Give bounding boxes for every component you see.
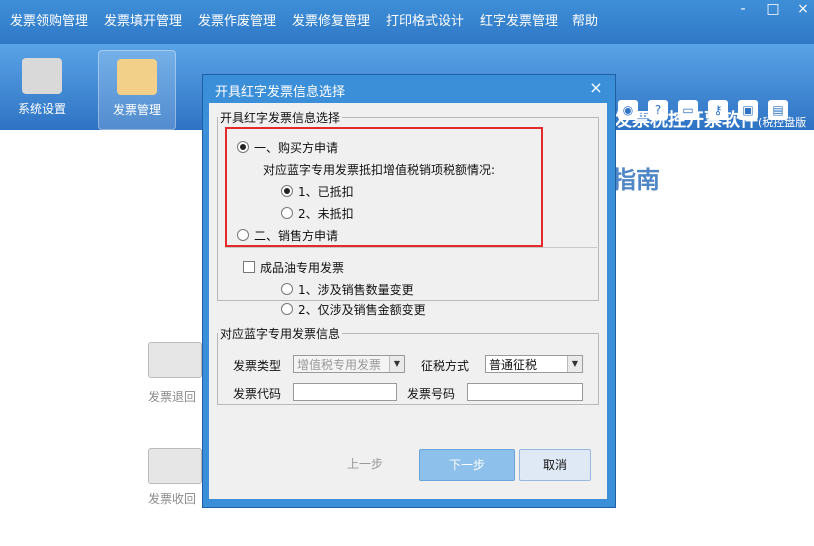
tool-system-settings[interactable]: 系统设置 xyxy=(4,50,80,128)
menu-invoice-void[interactable]: 发票作废管理 xyxy=(198,0,276,44)
recycle-icon[interactable] xyxy=(148,448,202,484)
radio-icon xyxy=(281,283,293,295)
close-window-button[interactable]: × xyxy=(790,0,814,20)
tax-method-select[interactable]: 普通征税 ▼ xyxy=(485,355,583,373)
invoice-type-label: 发票类型 xyxy=(233,359,282,373)
lock-icon[interactable]: ▣ xyxy=(738,100,758,120)
radio-icon xyxy=(237,141,249,153)
small-toolbar: ◉? ▭ ⚷ ▣ ▤ xyxy=(618,100,798,120)
menu-invoice-issue[interactable]: 发票填开管理 xyxy=(104,0,182,44)
invoice-code-input[interactable] xyxy=(293,383,397,401)
radio-icon xyxy=(281,207,293,219)
settings-icon xyxy=(22,58,62,94)
tax-method-label: 征税方式 xyxy=(421,359,470,373)
seller-request-radio[interactable]: 二、销售方申请 xyxy=(237,227,338,244)
dialog-title: 开具红字发票信息选择 xyxy=(215,85,346,100)
buyer-request-radio[interactable]: 一、购买方申请 xyxy=(237,139,338,156)
previous-button[interactable]: 上一步 xyxy=(333,449,397,479)
menu-invoice-purchase[interactable]: 发票领购管理 xyxy=(10,0,88,44)
guide-heading: 指南 xyxy=(612,166,660,194)
workflow-label: 发票收回 xyxy=(148,492,197,506)
invoice-type-select[interactable]: 增值税专用发票 ▼ xyxy=(293,355,405,373)
help-icon[interactable]: ? xyxy=(648,100,668,120)
workflow-label: 发票退回 xyxy=(148,390,197,404)
tool-label: 系统设置 xyxy=(17,102,66,116)
tool-invoice-management[interactable]: 发票管理 xyxy=(98,50,176,130)
dialog-close-button[interactable]: × xyxy=(583,77,609,99)
next-button[interactable]: 下一步 xyxy=(419,449,515,481)
invoice-code-label: 发票代码 xyxy=(233,387,282,401)
menu-bar: 发票领购管理 发票填开管理 发票作废管理 发票修复管理 打印格式设计 红字发票管… xyxy=(0,0,814,44)
oil-amount-radio[interactable]: 2、仅涉及销售金额变更 xyxy=(281,301,426,318)
menu-invoice-repair[interactable]: 发票修复管理 xyxy=(292,0,370,44)
maximize-button[interactable]: □ xyxy=(760,0,786,20)
invoice-number-label: 发票号码 xyxy=(407,387,456,401)
globe-icon[interactable]: ◉ xyxy=(618,100,638,120)
oil-quantity-radio[interactable]: 1、涉及销售数量变更 xyxy=(281,281,414,298)
invoice-number-input[interactable] xyxy=(467,383,583,401)
menu-red-invoice[interactable]: 红字发票管理 xyxy=(480,0,558,44)
document-icon[interactable]: ▤ xyxy=(768,100,788,120)
key-icon[interactable]: ⚷ xyxy=(708,100,728,120)
red-invoice-dialog: 开具红字发票信息选择 × 开具红字发票信息选择 一、购买方申请 对应蓝字专用发票… xyxy=(202,74,616,508)
menu-help[interactable]: 帮助 xyxy=(572,0,598,44)
group-legend: 对应蓝字专用发票信息 xyxy=(220,327,341,341)
tool-label: 发票管理 xyxy=(112,103,161,117)
radio-icon xyxy=(281,303,293,315)
chevron-down-icon: ▼ xyxy=(567,356,582,372)
chevron-down-icon: ▼ xyxy=(389,356,404,372)
dialog-body: 开具红字发票信息选择 一、购买方申请 对应蓝字专用发票抵扣增值税销项税额情况: … xyxy=(209,103,607,499)
radio-icon xyxy=(281,185,293,197)
menu-print-format[interactable]: 打印格式设计 xyxy=(386,0,464,44)
deduction-question: 对应蓝字专用发票抵扣增值税销项税额情况: xyxy=(263,163,496,177)
not-deducted-radio[interactable]: 2、未抵扣 xyxy=(281,205,354,222)
minimize-button[interactable]: - xyxy=(730,0,756,20)
cancel-button[interactable]: 取消 xyxy=(519,449,591,481)
invoice-management-icon xyxy=(117,59,157,95)
group-legend: 开具红字发票信息选择 xyxy=(220,111,341,125)
divider xyxy=(225,247,597,248)
checkbox-icon xyxy=(243,261,255,273)
window-icon[interactable]: ▭ xyxy=(678,100,698,120)
deducted-radio[interactable]: 1、已抵扣 xyxy=(281,183,354,200)
radio-icon xyxy=(237,229,249,241)
return-icon[interactable] xyxy=(148,342,202,378)
oil-invoice-checkbox[interactable]: 成品油专用发票 xyxy=(243,259,344,276)
